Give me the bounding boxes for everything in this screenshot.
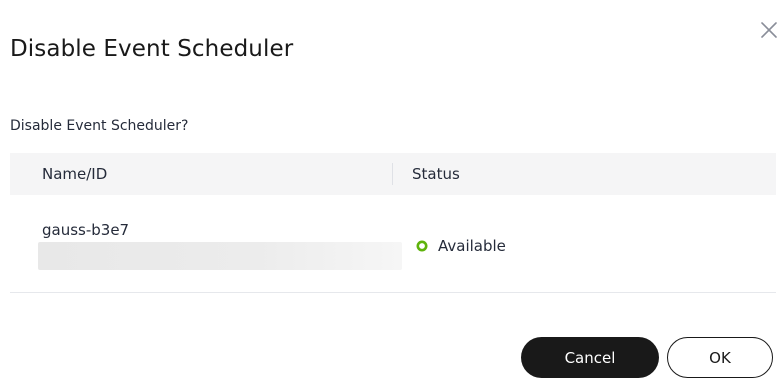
- dialog-title: Disable Event Scheduler: [10, 36, 294, 62]
- close-icon: [761, 22, 777, 38]
- table-row: gauss-b3e7 Available: [10, 195, 776, 293]
- cancel-button[interactable]: Cancel: [521, 337, 659, 378]
- table-header: Name/ID Status: [10, 153, 776, 195]
- instance-status: Available: [416, 237, 506, 255]
- confirm-prompt: Disable Event Scheduler?: [10, 118, 189, 134]
- close-button[interactable]: [757, 18, 781, 42]
- column-header-status: Status: [412, 165, 460, 183]
- status-label: Available: [438, 237, 506, 255]
- ok-button[interactable]: OK: [667, 337, 773, 378]
- column-header-name-id: Name/ID: [42, 165, 108, 183]
- column-divider[interactable]: [392, 163, 393, 185]
- instance-name: gauss-b3e7: [42, 221, 130, 239]
- disable-event-scheduler-dialog: Disable Event Scheduler Disable Event Sc…: [0, 0, 781, 378]
- status-available-icon: [416, 240, 428, 252]
- redacted-instance-id: [38, 242, 402, 270]
